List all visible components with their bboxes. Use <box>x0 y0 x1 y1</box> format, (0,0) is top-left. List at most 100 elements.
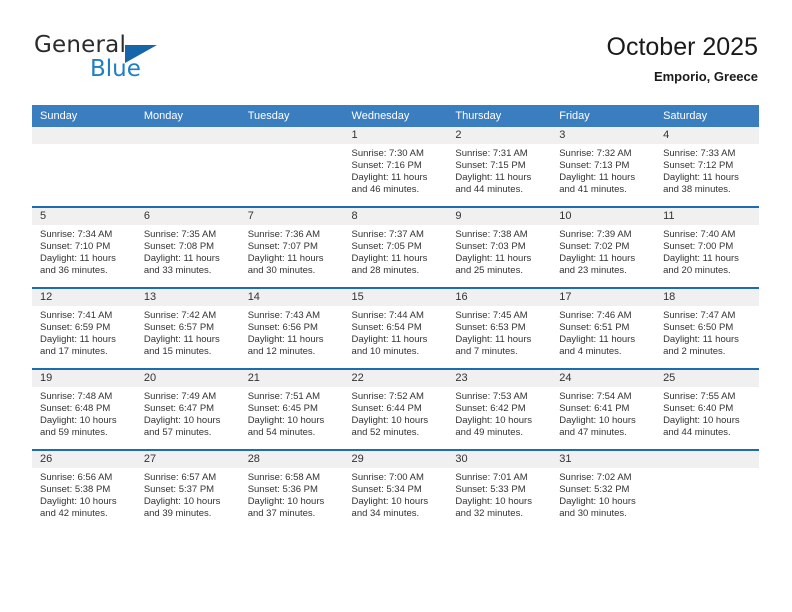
calendar-day-cell[interactable]: 6 Sunrise: 7:35 AM Sunset: 7:08 PM Daylight… <box>135 206 240 288</box>
day-detail-line: Sunrise: 7:39 AM <box>559 229 632 240</box>
day-number: 27 <box>135 451 240 468</box>
day-cell-inner: 18 Sunrise: 7:47 AM Sunset: 6:50 PM Dayligh… <box>655 289 759 368</box>
day-number: 7 <box>239 208 344 225</box>
day-detail-line: Sunrise: 7:42 AM <box>143 310 217 321</box>
day-number <box>239 127 344 144</box>
calendar-day-cell[interactable]: 22 Sunrise: 7:52 AM Sunset: 6:44 PM Dayligh… <box>343 368 448 450</box>
weekday-header-thursday: Thursday <box>447 105 552 127</box>
day-cell-inner: 15 Sunrise: 7:44 AM Sunset: 6:54 PM Dayligh… <box>343 289 448 368</box>
day-number: 19 <box>32 370 136 387</box>
day-detail-line: Sunset: 7:05 PM <box>351 241 422 253</box>
day-number <box>135 127 240 144</box>
calendar-day-cell[interactable]: 29 Sunrise: 7:00 AM Sunset: 5:34 PM Dayligh… <box>343 449 448 530</box>
brand-name-blue: Blue <box>90 56 141 82</box>
calendar-day-cell[interactable]: 31 Sunrise: 7:02 AM Sunset: 5:32 PM Dayligh… <box>551 449 656 530</box>
day-detail-line: and 36 minutes. <box>40 265 108 277</box>
day-detail-line: and 37 minutes. <box>247 508 316 520</box>
day-detail-line: Sunrise: 7:49 AM <box>143 391 217 402</box>
day-detail-line: Daylight: 11 hours <box>143 334 220 346</box>
title-block: October 2025 Emporio, Greece <box>607 32 759 86</box>
calendar-day-cell[interactable]: 21 Sunrise: 7:51 AM Sunset: 6:45 PM Dayligh… <box>239 368 344 450</box>
calendar-day-cell[interactable]: 10 Sunrise: 7:39 AM Sunset: 7:02 PM Dayligh… <box>551 206 656 288</box>
calendar-day-cell[interactable]: 26 Sunrise: 6:56 AM Sunset: 5:38 PM Dayligh… <box>32 449 136 530</box>
calendar-day-cell[interactable]: 2 Sunrise: 7:31 AM Sunset: 7:15 PM Daylight… <box>447 127 552 207</box>
day-detail-line: Daylight: 11 hours <box>559 253 636 265</box>
calendar-day-cell[interactable]: 12 Sunrise: 7:41 AM Sunset: 6:59 PM Dayligh… <box>32 287 136 369</box>
calendar-grid: Sunday Monday Tuesday Wednesday Thursday… <box>32 105 759 530</box>
day-details: Sunrise: 7:49 AM Sunset: 6:47 PM Daylight:… <box>136 387 240 439</box>
day-detail-line: and 12 minutes. <box>247 346 316 358</box>
day-cell-inner: 24 Sunrise: 7:54 AM Sunset: 6:41 PM Dayligh… <box>551 370 656 449</box>
calendar-body: 1 Sunrise: 7:30 AM Sunset: 7:16 PM Daylight… <box>32 127 759 530</box>
calendar-day-cell[interactable]: 18 Sunrise: 7:47 AM Sunset: 6:50 PM Dayligh… <box>655 287 759 369</box>
calendar-day-cell[interactable]: 15 Sunrise: 7:44 AM Sunset: 6:54 PM Dayligh… <box>343 287 448 369</box>
day-detail-line: and 44 minutes. <box>663 427 731 439</box>
calendar-week-row: 12 Sunrise: 7:41 AM Sunset: 6:59 PM Dayligh… <box>32 287 759 369</box>
calendar-day-cell[interactable]: 23 Sunrise: 7:53 AM Sunset: 6:42 PM Dayligh… <box>447 368 552 450</box>
day-detail-line: and 4 minutes. <box>559 346 622 358</box>
day-detail-line: Sunrise: 7:36 AM <box>247 229 321 240</box>
day-detail-line: Daylight: 11 hours <box>351 253 428 265</box>
day-number: 4 <box>655 127 759 144</box>
calendar-day-cell[interactable]: 25 Sunrise: 7:55 AM Sunset: 6:40 PM Dayligh… <box>655 368 759 450</box>
calendar-day-cell[interactable]: 4 Sunrise: 7:33 AM Sunset: 7:12 PM Daylight… <box>655 127 759 207</box>
day-detail-line: Sunrise: 7:44 AM <box>351 310 424 321</box>
day-detail-line: Sunset: 7:12 PM <box>663 160 734 172</box>
day-details: Sunrise: 7:37 AM Sunset: 7:05 PM Daylight:… <box>344 225 448 277</box>
day-details: Sunrise: 7:32 AM Sunset: 7:13 PM Daylight:… <box>551 144 655 196</box>
brand-logo[interactable]: General Blue <box>34 32 294 92</box>
day-detail-line: Daylight: 11 hours <box>247 253 324 265</box>
day-number: 5 <box>32 208 136 225</box>
day-detail-line: and 23 minutes. <box>559 265 627 277</box>
day-detail-line: and 44 minutes. <box>455 184 523 196</box>
calendar-day-cell[interactable]: 14 Sunrise: 7:43 AM Sunset: 6:56 PM Dayligh… <box>239 287 344 369</box>
day-detail-line: Sunrise: 7:52 AM <box>351 391 424 402</box>
calendar-day-cell[interactable]: 30 Sunrise: 7:01 AM Sunset: 5:33 PM Dayligh… <box>447 449 552 530</box>
day-detail-line: Sunset: 7:07 PM <box>247 241 318 253</box>
calendar-day-cell[interactable]: 9 Sunrise: 7:38 AM Sunset: 7:03 PM Daylight… <box>447 206 552 288</box>
day-detail-line: Daylight: 11 hours <box>40 334 116 346</box>
calendar-day-cell[interactable]: 11 Sunrise: 7:40 AM Sunset: 7:00 PM Dayligh… <box>655 206 759 288</box>
day-detail-line: and 7 minutes. <box>455 346 518 358</box>
day-detail-line: Sunrise: 7:45 AM <box>455 310 528 321</box>
calendar-day-cell[interactable]: 19 Sunrise: 7:48 AM Sunset: 6:48 PM Dayligh… <box>32 368 136 450</box>
calendar-day-cell[interactable]: 3 Sunrise: 7:32 AM Sunset: 7:13 PM Daylight… <box>551 127 656 207</box>
calendar-day-cell[interactable]: 24 Sunrise: 7:54 AM Sunset: 6:41 PM Dayligh… <box>551 368 656 450</box>
day-detail-line: Sunrise: 7:32 AM <box>559 148 632 159</box>
day-detail-line: and 42 minutes. <box>40 508 108 520</box>
day-detail-line: Sunrise: 7:46 AM <box>559 310 632 321</box>
calendar-day-cell[interactable]: 16 Sunrise: 7:45 AM Sunset: 6:53 PM Dayligh… <box>447 287 552 369</box>
day-number: 23 <box>447 370 552 387</box>
day-cell-inner: 21 Sunrise: 7:51 AM Sunset: 6:45 PM Dayligh… <box>239 370 344 449</box>
day-cell-inner: 10 Sunrise: 7:39 AM Sunset: 7:02 PM Dayligh… <box>551 208 656 287</box>
day-detail-line: Sunset: 7:13 PM <box>559 160 630 172</box>
day-number: 21 <box>239 370 344 387</box>
day-number: 31 <box>551 451 656 468</box>
calendar-day-cell[interactable]: 28 Sunrise: 6:58 AM Sunset: 5:36 PM Dayligh… <box>239 449 344 530</box>
day-detail-line: Sunset: 6:54 PM <box>351 322 422 334</box>
calendar-day-cell[interactable]: 8 Sunrise: 7:37 AM Sunset: 7:05 PM Daylight… <box>343 206 448 288</box>
day-detail-line: and 34 minutes. <box>351 508 420 520</box>
day-detail-line: Sunset: 7:03 PM <box>455 241 526 253</box>
calendar-day-cell[interactable]: 7 Sunrise: 7:36 AM Sunset: 7:07 PM Daylight… <box>239 206 344 288</box>
day-detail-line: Daylight: 10 hours <box>663 415 740 427</box>
day-cell-inner: 28 Sunrise: 6:58 AM Sunset: 5:36 PM Dayligh… <box>239 451 344 530</box>
calendar-empty-cell <box>655 449 759 530</box>
calendar-day-cell[interactable]: 5 Sunrise: 7:34 AM Sunset: 7:10 PM Daylight… <box>32 206 136 288</box>
day-cell-inner: 14 Sunrise: 7:43 AM Sunset: 6:56 PM Dayligh… <box>239 289 344 368</box>
day-detail-line: Sunrise: 7:41 AM <box>40 310 113 321</box>
day-details: Sunrise: 6:58 AM Sunset: 5:36 PM Daylight:… <box>240 468 344 520</box>
day-detail-line: Sunrise: 7:38 AM <box>455 229 528 240</box>
calendar-day-cell[interactable]: 27 Sunrise: 6:57 AM Sunset: 5:37 PM Dayligh… <box>135 449 240 530</box>
day-cell-inner: 2 Sunrise: 7:31 AM Sunset: 7:15 PM Daylight… <box>447 127 552 206</box>
day-cell-inner: 29 Sunrise: 7:00 AM Sunset: 5:34 PM Dayligh… <box>343 451 448 530</box>
day-detail-line: Sunset: 6:59 PM <box>40 322 111 334</box>
calendar-day-cell[interactable]: 17 Sunrise: 7:46 AM Sunset: 6:51 PM Dayligh… <box>551 287 656 369</box>
day-detail-line: Sunrise: 7:48 AM <box>40 391 113 402</box>
calendar-day-cell[interactable]: 1 Sunrise: 7:30 AM Sunset: 7:16 PM Daylight… <box>343 127 448 207</box>
day-detail-line: Sunset: 7:16 PM <box>351 160 422 172</box>
day-detail-line: Daylight: 11 hours <box>663 172 739 184</box>
calendar-day-cell[interactable]: 13 Sunrise: 7:42 AM Sunset: 6:57 PM Dayligh… <box>135 287 240 369</box>
calendar-day-cell[interactable]: 20 Sunrise: 7:49 AM Sunset: 6:47 PM Dayligh… <box>135 368 240 450</box>
day-detail-line: and 15 minutes. <box>143 346 212 358</box>
